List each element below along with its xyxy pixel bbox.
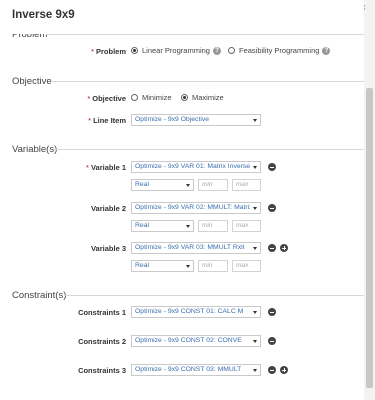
chevron-down-icon: [253, 369, 257, 372]
variables-section-header: Variable(s): [12, 143, 364, 155]
help-icon[interactable]: ?: [322, 46, 331, 55]
constraint-3-select[interactable]: Optimize - 9x9 CONST 03: MMULT: [131, 364, 261, 376]
constraint-1-label: Constraints 1: [78, 308, 126, 317]
objective-option-maximize[interactable]: Maximize: [181, 93, 224, 102]
objective-label: * Objective: [87, 94, 126, 103]
constraints-section-header: Constraint(s): [12, 289, 364, 301]
objective-section-header: Objective: [12, 75, 364, 87]
radio-checked-icon[interactable]: [131, 47, 138, 54]
chevron-down-icon: [253, 247, 257, 250]
variable-3-type-select[interactable]: Real: [131, 260, 194, 272]
minus-icon: [270, 207, 274, 209]
add-variable-button[interactable]: [280, 244, 288, 252]
variable-2-label: Variable 2: [90, 204, 126, 213]
variable-2-select[interactable]: Optimize - 9x9 VAR 02: MMULT: Matrix: [131, 202, 261, 214]
line-item-select[interactable]: Optimize - 9x9 Objective: [131, 114, 261, 126]
chevron-down-icon: [186, 225, 190, 228]
objective-option-minimize-label: Minimize: [142, 93, 172, 102]
variable-2-type-select[interactable]: Real: [131, 220, 194, 232]
minus-icon: [270, 166, 274, 168]
radio-checked-icon[interactable]: [181, 94, 188, 101]
chevron-down-icon: [253, 311, 257, 314]
minus-icon: [270, 311, 274, 313]
help-icon[interactable]: ?: [212, 46, 221, 55]
problem-label: * Problem: [91, 47, 126, 56]
objective-option-maximize-label: Maximize: [192, 93, 224, 102]
variable-1-max-input[interactable]: max: [232, 179, 261, 191]
remove-constraint-1-button[interactable]: [268, 308, 276, 316]
variable-2-max-input[interactable]: max: [232, 220, 261, 232]
remove-variable-3-button[interactable]: [268, 244, 276, 252]
problem-option-linear-label: Linear Programming: [142, 46, 210, 55]
dialog-header: Inverse 9x9: [0, 0, 364, 34]
variable-1-type-select[interactable]: Real: [131, 179, 194, 191]
constraint-2-label: Constraints 2: [78, 337, 126, 346]
constraint-3-label: Constraints 3: [78, 366, 126, 375]
constraint-1-select[interactable]: Optimize - 9x9 CONST 01: CALC M: [131, 306, 261, 318]
dialog-title: Inverse 9x9: [12, 9, 75, 21]
minus-icon: [270, 247, 274, 249]
objective-section-title: Objective: [12, 75, 52, 87]
variable-3-select[interactable]: Optimize - 9x9 VAR 03: MMULT Rxlt: [131, 242, 261, 254]
variable-3-label: Variable 3: [90, 244, 126, 253]
chevron-down-icon: [253, 340, 257, 343]
chevron-down-icon: [186, 184, 190, 187]
dialog: Problem * Problem Linear Programming ? Fe…: [0, 0, 364, 400]
chevron-down-icon: [253, 207, 257, 210]
objective-option-minimize[interactable]: Minimize: [131, 93, 172, 102]
chevron-down-icon: [253, 119, 257, 122]
constraints-section-title: Constraint(s): [12, 289, 67, 301]
minus-icon: [270, 369, 274, 371]
radio-unchecked-icon[interactable]: [131, 94, 138, 101]
remove-variable-1-button[interactable]: [268, 163, 276, 171]
remove-constraint-2-button[interactable]: [268, 337, 276, 345]
variable-3-min-input[interactable]: min: [198, 260, 228, 272]
variable-3-max-input[interactable]: max: [232, 260, 261, 272]
variable-2-min-input[interactable]: min: [198, 220, 228, 232]
variable-1-min-input[interactable]: min: [198, 179, 228, 191]
scrollbar-thumb[interactable]: [366, 88, 373, 388]
remove-variable-2-button[interactable]: [268, 204, 276, 212]
constraint-2-select[interactable]: Optimize - 9x9 CONST 02: CONVE: [131, 335, 261, 347]
variables-section-title: Variable(s): [12, 143, 58, 155]
remove-constraint-3-button[interactable]: [268, 366, 276, 374]
problem-option-linear[interactable]: Linear Programming ?: [131, 46, 221, 55]
add-constraint-button[interactable]: [280, 366, 288, 374]
variable-1-label: * Variable 1: [86, 163, 126, 172]
problem-option-feasibility-label: Feasibility Programming: [239, 46, 320, 55]
line-item-label: * Line Item: [88, 116, 126, 125]
problem-option-feasibility[interactable]: Feasibility Programming ?: [228, 46, 331, 55]
chevron-down-icon: [186, 265, 190, 268]
radio-unchecked-icon[interactable]: [228, 47, 235, 54]
minus-icon: [270, 340, 274, 342]
variable-1-select[interactable]: Optimize - 9x9 VAR 01: Matrix Inverse: [131, 161, 261, 173]
chevron-down-icon: [253, 166, 257, 169]
